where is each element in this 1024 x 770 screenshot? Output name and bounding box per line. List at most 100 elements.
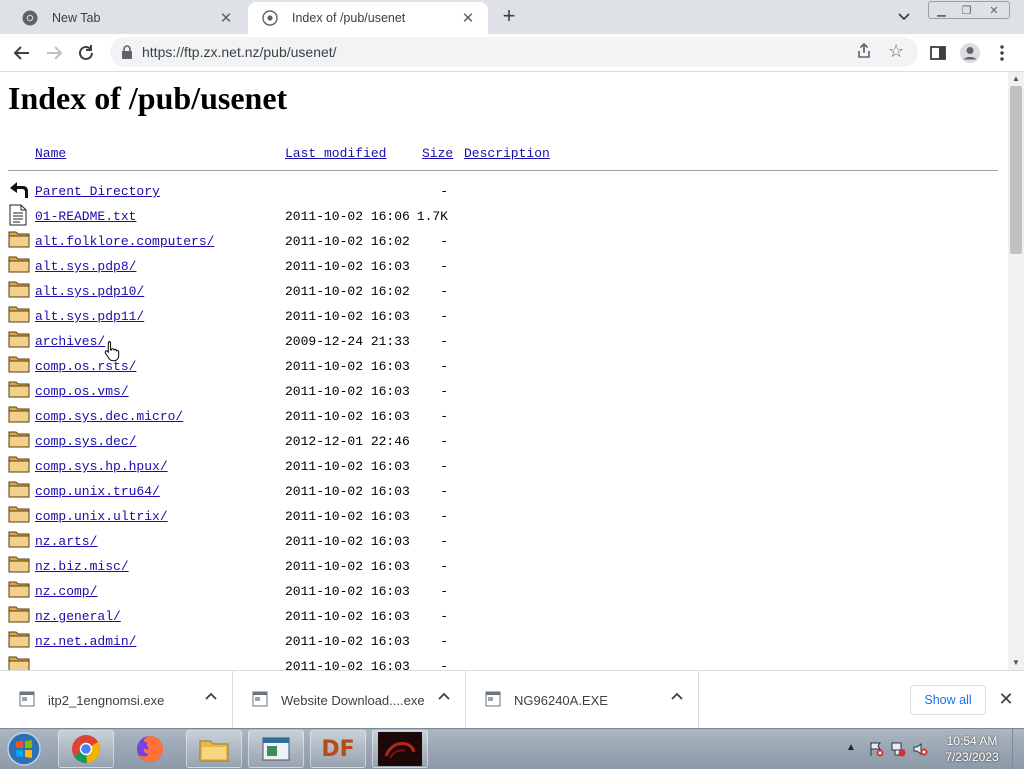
- show-desktop-button[interactable]: [1012, 729, 1024, 769]
- file-explorer-icon[interactable]: [186, 730, 242, 768]
- sort-by-name-link[interactable]: Name: [35, 146, 66, 161]
- reload-icon[interactable]: [74, 41, 98, 65]
- table-row: comp.sys.hp.hpux/2011-10-02 16:03 -: [8, 454, 998, 479]
- tab-search-chevron-icon[interactable]: [894, 8, 914, 26]
- entry-link[interactable]: comp.sys.dec.micro/: [35, 409, 183, 424]
- page-title: Index of /pub/usenet: [8, 80, 288, 116]
- entry-link[interactable]: alt.sys.pdp10/: [35, 284, 144, 299]
- side-panel-icon[interactable]: [926, 41, 950, 65]
- chevron-up-icon[interactable]: [204, 689, 218, 706]
- taskbar-clock[interactable]: 10:54 AM 7/23/2023: [936, 733, 1008, 765]
- scroll-up-arrow-icon[interactable]: ▲: [1008, 72, 1024, 86]
- entry-link[interactable]: comp.os.vms/: [35, 384, 129, 399]
- table-row: comp.sys.dec.micro/2011-10-02 16:03 -: [8, 404, 998, 429]
- table-row: nz.net.admin/2011-10-02 16:03 -: [8, 629, 998, 654]
- app-window-icon[interactable]: [248, 730, 304, 768]
- entry-size: -: [440, 659, 448, 670]
- network-icon[interactable]: [890, 741, 906, 760]
- entry-link[interactable]: nz.biz.misc/: [35, 559, 129, 574]
- table-row: alt.sys.pdp10/2011-10-02 16:02 -: [8, 279, 998, 304]
- download-item[interactable]: NG96240A.EXE: [466, 671, 699, 729]
- table-row: archives/2009-12-24 21:33 -: [8, 329, 998, 354]
- media-app-icon[interactable]: [372, 730, 428, 768]
- entry-link[interactable]: alt.sys.pdp11/: [35, 309, 144, 324]
- download-item[interactable]: Website Download....exe: [233, 671, 466, 729]
- tab-title: Index of /pub/usenet: [292, 11, 406, 25]
- entry-link[interactable]: alt.sys.pdp8/: [35, 259, 136, 274]
- download-bar: itp2_1engnomsi.exe Website Download....e…: [0, 670, 1024, 729]
- entry-link[interactable]: comp.unix.ultrix/: [35, 509, 168, 524]
- entry-link[interactable]: alt.folklore.computers/: [35, 234, 214, 249]
- sort-by-modified-link[interactable]: Last modified: [285, 146, 386, 161]
- entry-modified: 2011-10-02 16:06: [285, 209, 410, 224]
- table-row: alt.folklore.computers/2011-10-02 16:02 -: [8, 229, 998, 254]
- download-item[interactable]: itp2_1engnomsi.exe: [0, 671, 233, 729]
- sort-by-description-link[interactable]: Description: [464, 146, 550, 161]
- entry-link[interactable]: nz.comp/: [35, 584, 97, 599]
- start-button[interactable]: [4, 731, 44, 767]
- page-viewport: Index of /pub/usenet Name Last modified …: [0, 72, 1008, 670]
- folder-icon: [8, 629, 30, 651]
- close-tab-icon[interactable]: ✕: [460, 10, 476, 27]
- entry-size: -: [440, 184, 448, 199]
- globe-icon: [262, 10, 278, 26]
- entry-modified: 2011-10-02 16:03: [285, 634, 410, 649]
- action-center-flag-icon[interactable]: [868, 741, 884, 760]
- folder-icon: [8, 229, 30, 251]
- chrome-icon[interactable]: [58, 730, 114, 768]
- entry-link[interactable]: comp.unix.tru64/: [35, 484, 160, 499]
- close-tab-icon[interactable]: ✕: [218, 10, 234, 27]
- page-scrollbar[interactable]: ▲ ▼: [1008, 72, 1024, 670]
- table-row: alt.sys.pdp11/2011-10-02 16:03 -: [8, 304, 998, 329]
- window-controls: ▁ ❐ ✕: [928, 1, 1010, 19]
- tab-strip: New Tab ✕ Index of /pub/usenet ✕ + ▁ ❐ ✕: [0, 0, 1024, 34]
- entry-link[interactable]: nz.net.admin/: [35, 634, 136, 649]
- folder-icon: [8, 304, 30, 326]
- folder-icon: [8, 554, 30, 576]
- entry-modified: 2011-10-02 16:03: [285, 259, 410, 274]
- show-all-downloads-button[interactable]: Show all: [910, 685, 986, 715]
- entry-link[interactable]: archives/: [35, 334, 105, 349]
- new-tab-button[interactable]: +: [497, 5, 521, 28]
- close-download-bar-icon[interactable]: ✕: [996, 689, 1016, 709]
- chevron-up-icon[interactable]: [437, 689, 451, 706]
- show-hidden-icons-icon[interactable]: ▲: [846, 742, 856, 753]
- bookmark-star-icon[interactable]: ☆: [888, 41, 904, 61]
- tab-new-tab[interactable]: New Tab ✕: [8, 2, 246, 34]
- entry-link[interactable]: comp.os.rsts/: [35, 359, 136, 374]
- chrome-icon: [22, 10, 38, 26]
- minimize-button[interactable]: ▁: [929, 2, 954, 18]
- entry-link[interactable]: Parent Directory: [35, 184, 160, 199]
- tab-index-of-pub-usenet[interactable]: Index of /pub/usenet ✕: [248, 2, 488, 34]
- chevron-up-icon[interactable]: [670, 689, 684, 706]
- table-row: nz.comp/2011-10-02 16:03 -: [8, 579, 998, 604]
- share-icon[interactable]: [855, 42, 873, 63]
- volume-muted-icon[interactable]: [912, 741, 928, 760]
- scrollbar-thumb[interactable]: [1010, 86, 1022, 254]
- close-window-button[interactable]: ✕: [979, 2, 1009, 18]
- entry-link[interactable]: nz.general/: [35, 609, 121, 624]
- folder-icon: [8, 529, 30, 551]
- entry-link[interactable]: comp.sys.dec/: [35, 434, 136, 449]
- menu-kebab-icon[interactable]: [990, 41, 1014, 65]
- forward-arrow-icon[interactable]: [42, 41, 66, 65]
- firefox-icon[interactable]: [122, 730, 178, 768]
- df-app-icon[interactable]: DF: [310, 730, 366, 768]
- entry-size: -: [440, 284, 448, 299]
- entry-link[interactable]: nz.arts/: [35, 534, 97, 549]
- lock-icon[interactable]: [120, 44, 134, 60]
- address-bar[interactable]: https://ftp.zx.net.nz/pub/usenet/ ☆: [110, 37, 918, 67]
- scroll-down-arrow-icon[interactable]: ▼: [1008, 656, 1024, 670]
- entry-modified: 2011-10-02 16:03: [285, 534, 410, 549]
- restore-button[interactable]: ❐: [954, 2, 979, 18]
- back-arrow-icon[interactable]: [10, 41, 34, 65]
- entry-modified: 2011-10-02 16:03: [285, 484, 410, 499]
- profile-avatar-icon[interactable]: [958, 41, 982, 65]
- entry-size: 1.7K: [416, 209, 448, 224]
- entry-link[interactable]: comp.sys.hp.hpux/: [35, 459, 168, 474]
- folder-icon: [8, 429, 30, 451]
- sort-by-size-link[interactable]: Size: [422, 146, 453, 161]
- entry-link[interactable]: 01-README.txt: [35, 209, 136, 224]
- entry-modified: 2011-10-02 16:03: [285, 359, 410, 374]
- download-filename: Website Download....exe: [281, 693, 425, 708]
